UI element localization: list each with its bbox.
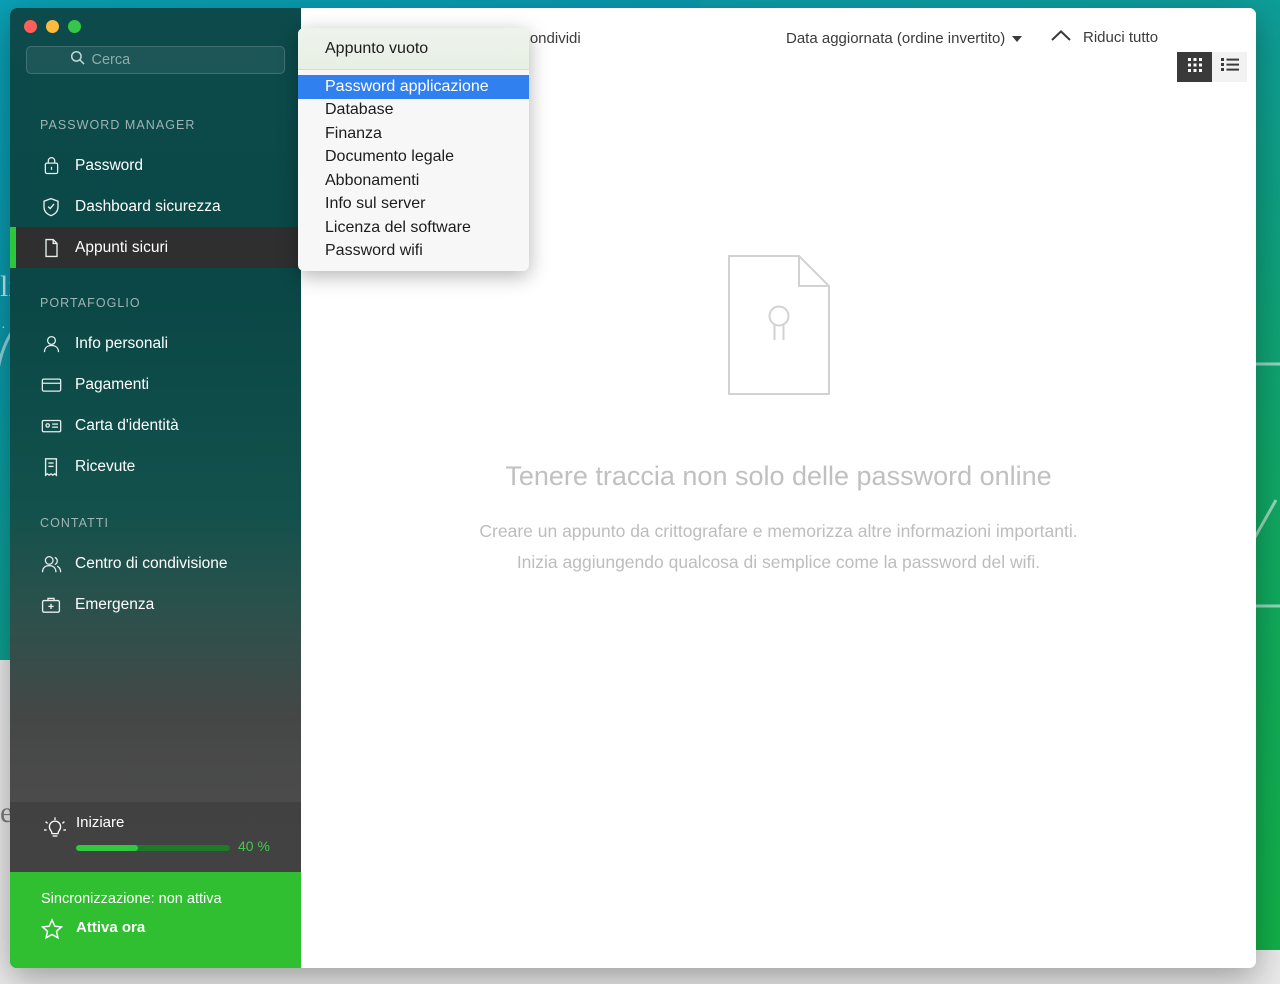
onboarding-progress-fill bbox=[76, 845, 138, 851]
sidebar-section-portafoglio: PORTAFOGLIO bbox=[40, 296, 141, 310]
onboarding-progress-label: 40 % bbox=[238, 838, 270, 854]
minimize-button[interactable] bbox=[46, 20, 59, 33]
onboarding-panel[interactable]: Iniziare 40 % bbox=[10, 802, 301, 872]
new-item-dropdown-menu: Appunto vuoto Password applicazione Data… bbox=[298, 28, 529, 271]
sidebar-item-label: Emergenza bbox=[75, 595, 155, 613]
sidebar-item-ricevute[interactable]: Ricevute bbox=[10, 446, 301, 487]
menu-list: Password applicazione Database Finanza D… bbox=[298, 70, 529, 263]
receipt-icon bbox=[40, 456, 62, 478]
sidebar-item-carta-identita[interactable]: Carta d'identità bbox=[10, 405, 301, 446]
empty-state-description: Creare un appunto da crittografare e mem… bbox=[479, 521, 1078, 572]
onboarding-title: Iniziare bbox=[76, 814, 125, 831]
onboarding-progress-bar bbox=[76, 845, 230, 851]
chevron-down-icon bbox=[1012, 35, 1023, 42]
lock-icon bbox=[40, 155, 62, 177]
collapse-all-label: Riduci tutto bbox=[1083, 29, 1159, 46]
sidebar-item-info-personali[interactable]: Info personali bbox=[10, 323, 301, 364]
sidebar-item-centro-condivisione[interactable]: Centro di condivisione bbox=[10, 543, 301, 584]
sidebar-item-pagamenti[interactable]: Pagamenti bbox=[10, 364, 301, 405]
menu-item-password-applicazione[interactable]: Password applicazione bbox=[298, 75, 529, 99]
sidebar-item-dashboard-sicurezza[interactable]: Dashboard sicurezza bbox=[10, 186, 301, 227]
menu-item-appunto-vuoto[interactable]: Appunto vuoto bbox=[298, 28, 529, 70]
zoom-button[interactable] bbox=[68, 20, 81, 33]
sidebar-item-label: Carta d'identità bbox=[75, 416, 179, 434]
search-input[interactable] bbox=[91, 52, 242, 68]
menu-item-password-wifi[interactable]: Password wifi bbox=[298, 240, 529, 264]
sync-banner[interactable]: Sincronizzazione: non attiva Attiva ora bbox=[10, 872, 301, 968]
sidebar-section-contatti: CONTATTI bbox=[40, 516, 110, 530]
sidebar: PASSWORD MANAGER Password Dashboard sicu… bbox=[10, 8, 301, 968]
menu-item-licenza-software[interactable]: Licenza del software bbox=[298, 216, 529, 240]
chevron-up-icon bbox=[1050, 29, 1072, 46]
briefcase-plus-icon bbox=[40, 594, 62, 616]
menu-item-database[interactable]: Database bbox=[298, 99, 529, 123]
collapse-all-button[interactable]: Riduci tutto bbox=[1050, 29, 1158, 46]
window-controls bbox=[24, 20, 81, 33]
close-button[interactable] bbox=[24, 20, 37, 33]
person-icon bbox=[40, 333, 62, 355]
lightbulb-icon bbox=[41, 815, 69, 843]
sidebar-item-label: Dashboard sicurezza bbox=[75, 197, 221, 215]
sort-dropdown[interactable]: Data aggiornata (ordine invertito) bbox=[786, 30, 1023, 47]
sync-status-text: Sincronizzazione: non attiva bbox=[41, 891, 222, 907]
sidebar-item-password[interactable]: Password bbox=[10, 145, 301, 186]
shield-check-icon bbox=[40, 196, 62, 218]
sidebar-item-appunti-sicuri[interactable]: Appunti sicuri bbox=[10, 227, 301, 268]
sidebar-item-label: Password bbox=[75, 156, 144, 174]
credit-card-icon bbox=[40, 374, 62, 396]
note-icon bbox=[40, 237, 62, 259]
sidebar-item-label: Info personali bbox=[75, 334, 169, 352]
menu-item-finanza[interactable]: Finanza bbox=[298, 122, 529, 146]
sidebar-item-label: Centro di condivisione bbox=[75, 554, 228, 572]
id-card-icon bbox=[40, 415, 62, 437]
sidebar-item-label: Appunti sicuri bbox=[75, 238, 169, 256]
sort-label: Data aggiornata (ordine invertito) bbox=[786, 30, 1006, 47]
sync-activate-button[interactable]: Attiva ora bbox=[76, 919, 145, 936]
menu-item-abbonamenti[interactable]: Abbonamenti bbox=[298, 169, 529, 193]
empty-state-title: Tenere traccia non solo delle password o… bbox=[505, 461, 1052, 491]
sidebar-item-label: Pagamenti bbox=[75, 375, 150, 393]
search-icon bbox=[70, 50, 85, 70]
document-keyhole-icon bbox=[727, 254, 831, 401]
star-icon bbox=[40, 917, 64, 941]
search-field[interactable] bbox=[26, 46, 285, 74]
sidebar-section-password-manager: PASSWORD MANAGER bbox=[40, 118, 196, 132]
sidebar-item-label: Ricevute bbox=[75, 457, 136, 475]
app-window: PASSWORD MANAGER Password Dashboard sicu… bbox=[10, 8, 1256, 968]
menu-item-info-sul-server[interactable]: Info sul server bbox=[298, 193, 529, 217]
people-icon bbox=[40, 553, 62, 575]
desktop-glyph-dot: · bbox=[1, 321, 6, 336]
menu-item-documento-legale[interactable]: Documento legale bbox=[298, 146, 529, 170]
sidebar-item-emergenza[interactable]: Emergenza bbox=[10, 584, 301, 625]
